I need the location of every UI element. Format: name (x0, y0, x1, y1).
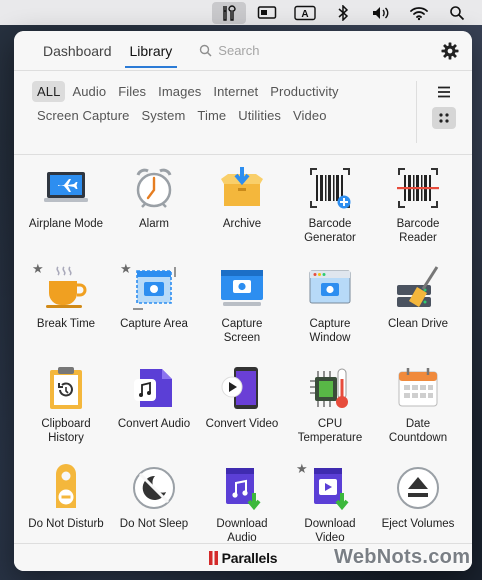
list-view-icon[interactable] (432, 81, 456, 103)
tool-label: Break Time (36, 318, 96, 330)
view-separator (416, 81, 417, 143)
airplane-mode-icon (41, 163, 91, 213)
spotlight-search-icon[interactable] (440, 2, 474, 24)
category-filters: ALL Audio Files Images Internet Producti… (14, 71, 472, 155)
tab-dashboard[interactable]: Dashboard (34, 31, 121, 71)
screen-mirror-icon[interactable] (250, 2, 284, 24)
filter-screen-capture[interactable]: Screen Capture (32, 105, 134, 126)
filter-row-1: ALL Audio Files Images Internet Producti… (32, 81, 344, 102)
parallels-toolbox-icon[interactable] (212, 1, 246, 24)
filter-row-2: Screen Capture System Time Utilities Vid… (32, 105, 332, 126)
tool-label: Date Countdown (388, 418, 448, 444)
filter-system[interactable]: System (136, 105, 190, 126)
tool-label: Clean Drive (387, 318, 449, 330)
tool-download-audio[interactable]: Download Audio (198, 463, 286, 545)
tool-clean-drive[interactable]: Clean Drive (374, 263, 462, 331)
tool-label: Alarm (138, 218, 170, 230)
tool-label: Airplane Mode (28, 218, 104, 230)
panel-header: Dashboard Library (14, 31, 472, 71)
cpu-temperature-icon (305, 363, 355, 413)
tool-label: Convert Audio (117, 418, 191, 430)
favorite-star-icon[interactable]: ★ (32, 261, 44, 277)
convert-video-icon (217, 363, 267, 413)
filter-video[interactable]: Video (288, 105, 332, 126)
convert-audio-icon (129, 363, 179, 413)
grid-view-icon[interactable] (432, 107, 456, 129)
tool-cpu-temperature[interactable]: CPU Temperature (286, 363, 374, 445)
keyboard-input-icon[interactable]: A (288, 2, 322, 24)
filter-internet[interactable]: Internet (208, 81, 263, 102)
tool-label: Archive (222, 218, 262, 230)
tool-do-not-disturb[interactable]: Do Not Disturb (22, 463, 110, 531)
search-input[interactable] (218, 43, 399, 58)
clipboard-history-icon (41, 363, 91, 413)
tool-label: Clipboard History (41, 418, 91, 444)
tool-label: Barcode Generator (304, 218, 356, 244)
tab-library[interactable]: Library (121, 31, 182, 71)
tool-do-not-sleep[interactable]: Do Not Sleep (110, 463, 198, 531)
menu-bar: A (0, 0, 482, 25)
filter-all[interactable]: ALL (32, 81, 66, 102)
filter-productivity[interactable]: Productivity (265, 81, 343, 102)
tool-label: Capture Screen (221, 318, 263, 344)
capture-window-icon (305, 263, 355, 313)
eject-icon (393, 463, 443, 513)
tool-label: Eject Volumes (381, 518, 455, 530)
capture-area-icon (129, 263, 179, 313)
barcode-reader-icon (393, 163, 443, 213)
favorite-star-icon[interactable]: ★ (296, 461, 308, 477)
archive-box-icon (217, 163, 267, 213)
tool-calendar-countdown[interactable]: Date Countdown (374, 363, 462, 445)
filter-utilities[interactable]: Utilities (233, 105, 286, 126)
tool-capture-screen[interactable]: Capture Screen (198, 263, 286, 345)
calendar-countdown-icon (393, 363, 443, 413)
tool-eject[interactable]: Eject Volumes (374, 463, 462, 531)
filter-audio[interactable]: Audio (67, 81, 111, 102)
tool-convert-audio[interactable]: Convert Audio (110, 363, 198, 431)
tool-label: Do Not Disturb (28, 518, 104, 530)
bluetooth-icon[interactable] (326, 2, 360, 24)
barcode-generator-icon (305, 163, 355, 213)
tool-archive-box[interactable]: Archive (198, 163, 286, 231)
tool-convert-video[interactable]: Convert Video (198, 363, 286, 431)
filter-time[interactable]: Time (192, 105, 231, 126)
tool-label: CPU Temperature (297, 418, 363, 444)
download-video-icon (305, 463, 355, 513)
wifi-icon[interactable] (402, 2, 436, 24)
tool-barcode-reader[interactable]: Barcode Reader (374, 163, 462, 245)
favorite-star-icon[interactable]: ★ (120, 261, 132, 277)
filter-files[interactable]: Files (113, 81, 151, 102)
tool-label: Download Video (304, 518, 356, 544)
clean-drive-icon (393, 263, 443, 313)
tool-label: Capture Window (309, 318, 351, 344)
tools-grid: Airplane Mode Alarm Archive Barcode Generat… (14, 155, 472, 569)
gear-icon[interactable] (438, 39, 462, 63)
capture-screen-icon (217, 263, 267, 313)
svg-text:A: A (301, 9, 308, 20)
parallels-brand: Parallels (221, 549, 278, 566)
toolbox-panel: Dashboard Library Search ALL Audio Files… (14, 31, 472, 571)
tool-capture-window[interactable]: Capture Window (286, 263, 374, 345)
search-box[interactable] (199, 37, 438, 65)
tool-label: Barcode Reader (396, 218, 440, 244)
alarm-clock-icon (129, 163, 179, 213)
tool-label: Download Audio (216, 518, 268, 544)
download-audio-icon (217, 463, 267, 513)
search-icon (200, 44, 212, 57)
do-not-disturb-icon (41, 463, 91, 513)
tool-label: Convert Video (205, 418, 279, 430)
tool-clipboard-history[interactable]: Clipboard History (22, 363, 110, 445)
watermark: WebNots.com (334, 546, 471, 568)
tool-label: Capture Area (120, 318, 188, 330)
do-not-sleep-icon (129, 463, 179, 513)
volume-icon[interactable] (364, 2, 398, 24)
tool-label: Do Not Sleep (119, 518, 189, 530)
tool-barcode-generator[interactable]: Barcode Generator (286, 163, 374, 245)
filter-images[interactable]: Images (153, 81, 206, 102)
tool-alarm-clock[interactable]: Alarm (110, 163, 198, 231)
coffee-cup-icon (41, 263, 91, 313)
tool-airplane-mode[interactable]: Airplane Mode (22, 163, 110, 231)
parallels-logo-icon (208, 550, 218, 565)
